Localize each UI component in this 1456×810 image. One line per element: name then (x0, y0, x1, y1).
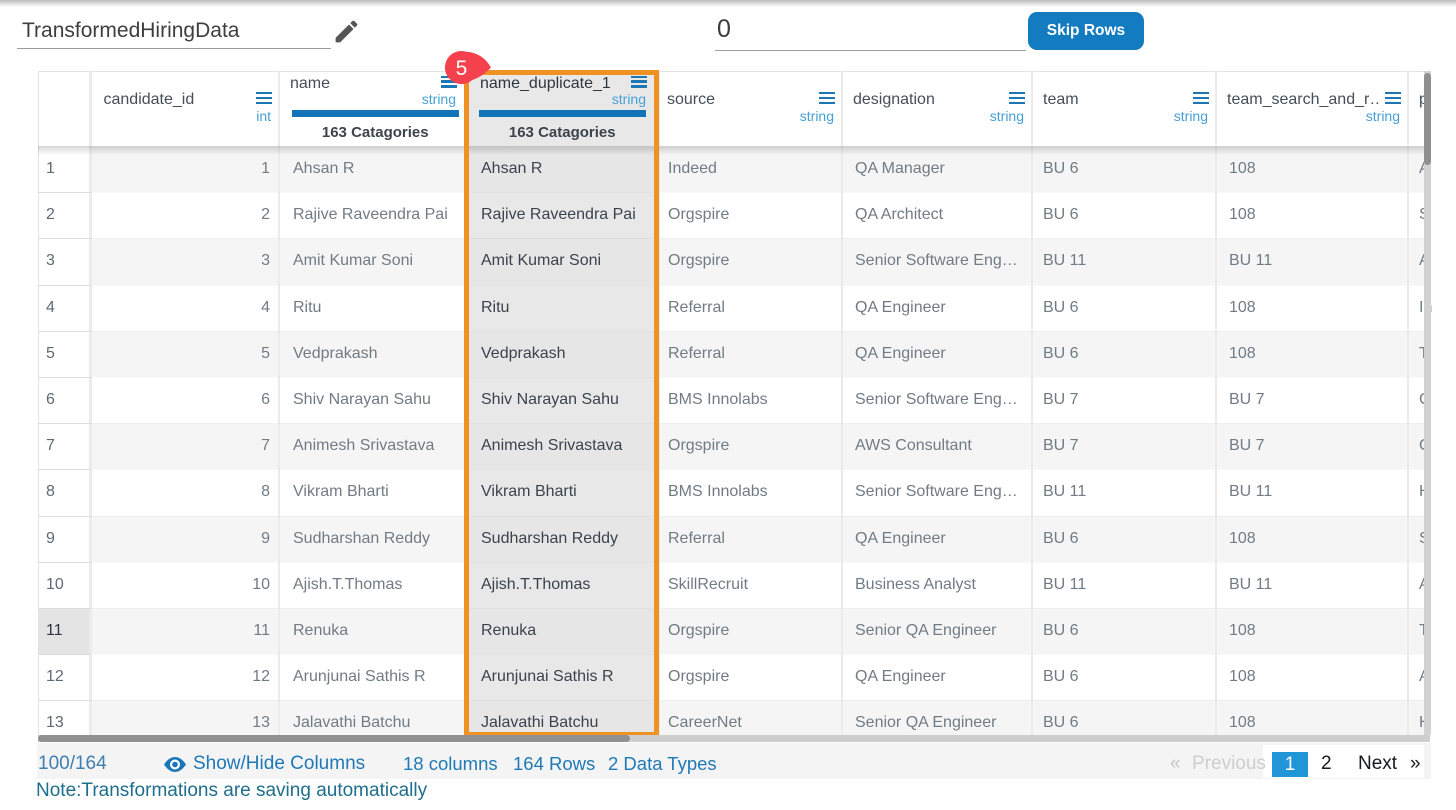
svg-text:5: 5 (456, 57, 468, 80)
